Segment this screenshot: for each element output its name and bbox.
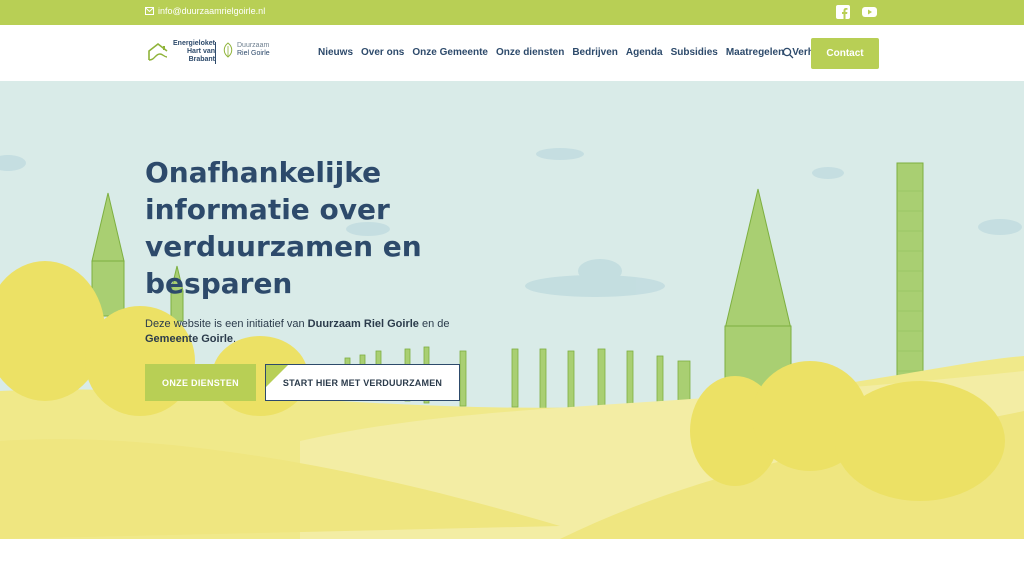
logo-energieloket[interactable]: Energieloket Hart van Brabant [147,40,215,64]
hero-subtitle-org1: Duurzaam Riel Goirle [307,318,419,330]
nav-item-onze-gemeente[interactable]: Onze Gemeente [412,47,488,58]
leaf-icon [223,42,233,58]
email-link[interactable]: info@duurzaamrielgoirle.nl [145,6,265,16]
nav-item-over-ons[interactable]: Over ons [361,47,404,58]
nav-item-nieuws[interactable]: Nieuws [318,47,353,58]
logo-duurzaam[interactable]: Duurzaam Riel Goirle [222,42,270,58]
start-verduurzamen-label: START HIER MET VERDUURZAMEN [282,377,443,388]
logo2-line2: Riel Goirle [237,50,270,57]
logo-divider [215,42,216,64]
email-text: info@duurzaamrielgoirle.nl [158,6,266,16]
nav-item-subsidies[interactable]: Subsidies [671,47,718,58]
logo1-line1: Energieloket [173,40,216,47]
onze-diensten-button[interactable]: ONZE DIENSTEN [145,364,256,401]
site-header: Energieloket Hart van Brabant Duurzaam R… [0,25,1024,81]
hero-subtitle-suffix: . [233,333,237,345]
logo2-line1: Duurzaam [237,42,270,49]
youtube-icon[interactable] [862,5,877,19]
search-icon[interactable] [782,47,794,59]
logo1-line3: Brabant [188,56,216,63]
nav-item-onze-diensten[interactable]: Onze diensten [496,47,564,58]
hero-section: Onafhankelijke informatie over verduurza… [0,81,1024,539]
hero-illustration [0,81,1024,539]
top-bar: info@duurzaamrielgoirle.nl [0,0,1024,25]
house-plug-icon [148,42,168,61]
facebook-icon[interactable] [836,5,850,19]
nav-item-agenda[interactable]: Agenda [626,47,663,58]
hero-subtitle: Deze website is een initiatief van Duurz… [145,317,485,347]
start-verduurzamen-button[interactable]: START HIER MET VERDUURZAMEN [265,364,460,401]
hero-subtitle-mid: en de [418,318,450,330]
contact-button[interactable]: Contact [811,38,879,69]
hero-subtitle-prefix: Deze website is een initiatief van [145,318,308,330]
nav-item-bedrijven[interactable]: Bedrijven [572,47,618,58]
page-bottom [0,539,1024,565]
main-nav: Nieuws Over ons Onze Gemeente Onze diens… [318,47,834,58]
hero-subtitle-org2: Gemeente Goirle [145,333,234,345]
logo1-line2: Hart van [187,48,216,55]
nav-item-maatregelen[interactable]: Maatregelen [726,47,784,58]
mail-icon [145,7,154,15]
hero-title: Onafhankelijke informatie over verduurza… [145,156,422,300]
